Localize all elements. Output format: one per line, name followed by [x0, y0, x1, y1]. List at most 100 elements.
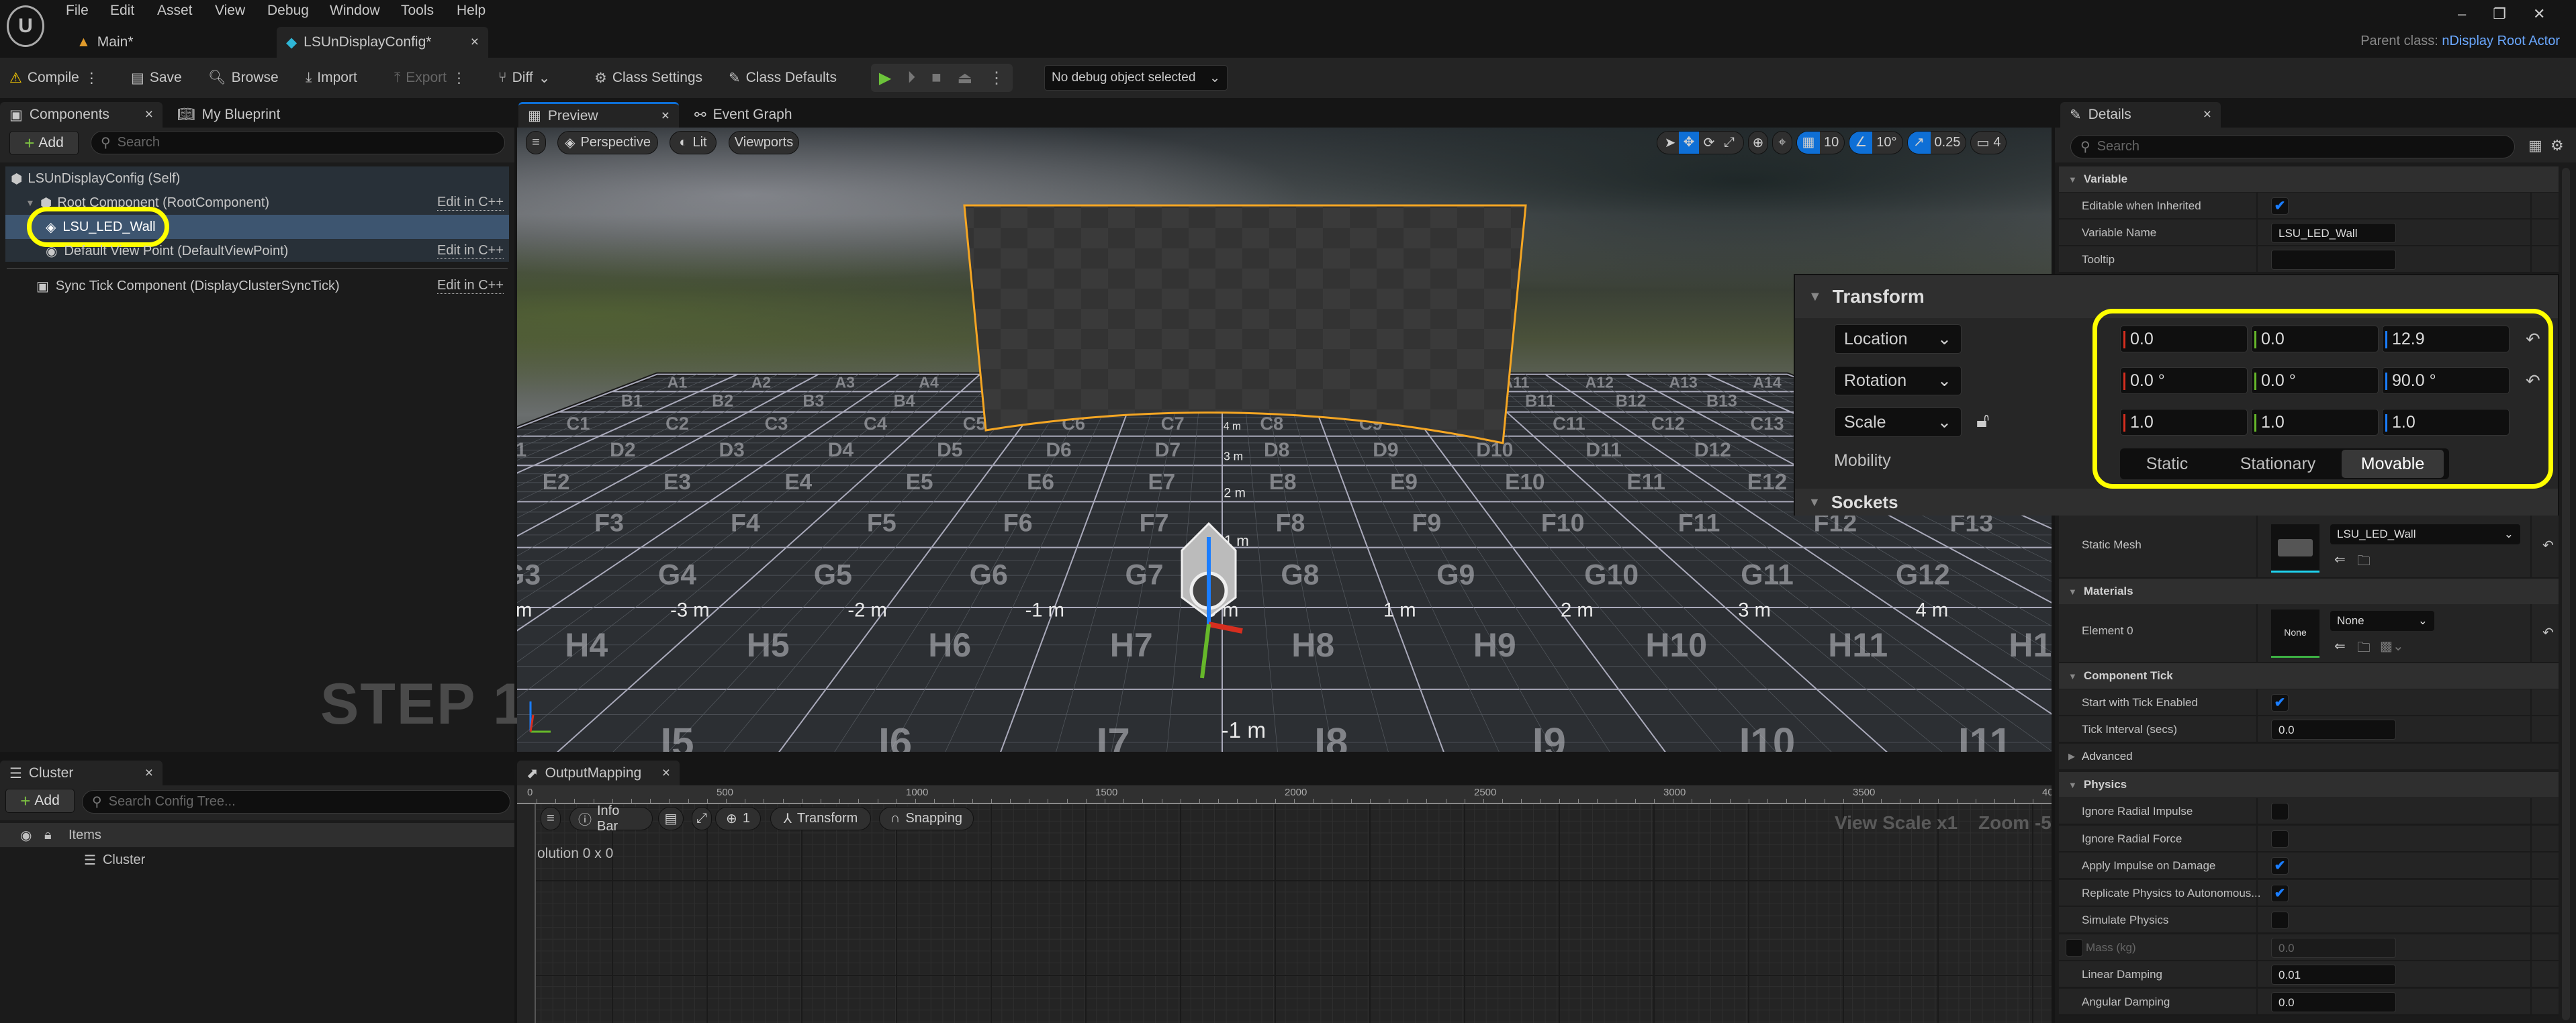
- scale-snap-button[interactable]: ↗ 0.25: [1906, 131, 1967, 154]
- details-search-input[interactable]: [2097, 139, 2488, 154]
- unreal-logo[interactable]: U: [7, 5, 44, 47]
- close-tab-icon[interactable]: ×: [661, 108, 670, 124]
- menu-edit[interactable]: Edit: [110, 3, 134, 19]
- details-scrollbar[interactable]: [2562, 168, 2570, 1020]
- section-materials[interactable]: ▼ Materials: [2059, 579, 2559, 604]
- menu-window[interactable]: Window: [330, 3, 380, 19]
- menu-asset[interactable]: Asset: [157, 3, 193, 19]
- use-selected-icon[interactable]: ⇐: [2334, 638, 2346, 654]
- transform-button[interactable]: ⅄ Transform: [770, 807, 871, 830]
- menu-view[interactable]: View: [215, 3, 245, 19]
- physics-value-input[interactable]: 0.0: [2271, 991, 2396, 1012]
- diff-button[interactable]: ⑂ Diff ⌄: [498, 64, 550, 91]
- output-mapping-canvas[interactable]: 0 500 1000 1500 2000 2500 3000 3500 4000 ≡ ⓘInfo…: [517, 785, 2052, 1023]
- override-checkbox[interactable]: [2066, 938, 2083, 957]
- save-button[interactable]: ▤ Save: [131, 64, 182, 91]
- material-thumbnail[interactable]: None: [2271, 610, 2319, 658]
- tree-item-sync-tick[interactable]: ▣ Sync Tick Component (DisplayClusterSync…: [5, 274, 509, 298]
- eject-icon[interactable]: ⏏: [957, 68, 972, 88]
- zoom-button[interactable]: ⊕ 1: [715, 807, 761, 830]
- menu-debug[interactable]: Debug: [267, 3, 309, 19]
- variable-name-input[interactable]: LSU_LED_Wall: [2271, 223, 2396, 243]
- restore-icon[interactable]: ❐: [2493, 5, 2506, 23]
- tree-item-default-view-point[interactable]: ◉ Default View Point (DefaultViewPoint) E…: [5, 239, 509, 263]
- components-search[interactable]: ⚲: [91, 131, 505, 154]
- section-physics[interactable]: ▼ Physics: [2059, 772, 2559, 797]
- class-settings-button[interactable]: ⚙ Class Settings: [594, 64, 702, 91]
- close-tab-icon[interactable]: ×: [145, 107, 153, 123]
- physics-checkbox[interactable]: [2271, 912, 2289, 929]
- camera-speed-button[interactable]: ▭ 4: [1970, 131, 2007, 154]
- menu-help[interactable]: Help: [457, 3, 486, 19]
- edit-in-cpp-link[interactable]: Edit in C++: [437, 278, 504, 294]
- doc-tab-config[interactable]: ◆ LSUnDisplayConfig* ×: [277, 27, 488, 58]
- tooltip-input[interactable]: [2271, 250, 2396, 270]
- physics-value-input[interactable]: 0.0: [2271, 937, 2396, 958]
- add-cluster-item-button[interactable]: + Add: [5, 789, 75, 813]
- viewport-options-button[interactable]: ≡: [526, 131, 546, 154]
- close-tab-icon[interactable]: ×: [471, 34, 479, 50]
- tab-details[interactable]: ✎ Details ×: [2060, 102, 2221, 128]
- rotation-snap-button[interactable]: ∠ 10°: [1849, 131, 1903, 154]
- translate-icon[interactable]: ✥: [1679, 132, 1699, 154]
- physics-checkbox[interactable]: [2271, 830, 2289, 848]
- viewports-button[interactable]: Viewports: [729, 131, 799, 154]
- parent-class-link[interactable]: nDisplay Root Actor: [2442, 34, 2560, 48]
- more-icon[interactable]: ⋮: [452, 70, 466, 87]
- more-icon[interactable]: ⋮: [85, 70, 99, 87]
- unlock-icon[interactable]: 🔓︎: [1976, 409, 1989, 432]
- section-sockets[interactable]: ▼ Sockets: [1795, 489, 2558, 516]
- tab-preview[interactable]: ▦ Preview ×: [518, 102, 679, 128]
- close-tab-icon[interactable]: ×: [2203, 107, 2211, 123]
- reset-icon[interactable]: ↶: [2542, 537, 2554, 554]
- add-component-button[interactable]: + Add: [9, 131, 79, 155]
- rotation-mode-combo[interactable]: Rotation ⌄: [1834, 366, 1962, 395]
- surface-snap-button[interactable]: ⌖: [1772, 131, 1792, 154]
- browse-button[interactable]: 🔍︎ Browse: [208, 64, 279, 91]
- tab-my-blueprint[interactable]: 📖︎ My Blueprint: [168, 102, 289, 128]
- physics-value-input[interactable]: 0.01: [2271, 965, 2396, 985]
- doc-tab-main[interactable]: ▲ Main*: [67, 30, 143, 55]
- info-bar-button[interactable]: ⓘ Info Bar: [569, 803, 653, 834]
- cluster-search-input[interactable]: [108, 794, 485, 810]
- close-window-icon[interactable]: ✕: [2533, 5, 2545, 23]
- output-options-button[interactable]: ≡: [541, 807, 561, 830]
- material-picker-icon[interactable]: ▩⌄: [2380, 638, 2404, 654]
- perspective-button[interactable]: ◈ Perspective: [557, 131, 658, 154]
- play-icon[interactable]: ▶: [879, 68, 891, 88]
- scale-mode-combo[interactable]: Scale ⌄: [1834, 407, 1962, 437]
- editable-checkbox[interactable]: ✔: [2271, 197, 2289, 215]
- compile-button[interactable]: ⚠ Compile ⋮: [9, 64, 99, 91]
- minimize-icon[interactable]: –: [2458, 5, 2466, 23]
- start-tick-checkbox[interactable]: ✔: [2271, 694, 2289, 712]
- section-component-tick[interactable]: ▼ Component Tick: [2059, 663, 2559, 689]
- tick-interval-input[interactable]: 0.0: [2271, 720, 2396, 740]
- select-icon[interactable]: ➤: [1661, 134, 1679, 151]
- browse-asset-icon[interactable]: 🗀: [2357, 638, 2371, 661]
- cluster-search[interactable]: ⚲: [82, 790, 510, 814]
- transform-gizmo[interactable]: [1142, 510, 1276, 685]
- stop-icon[interactable]: ■: [931, 68, 941, 87]
- tab-event-graph[interactable]: ⚯ Event Graph: [685, 102, 802, 128]
- lit-button[interactable]: ◐ Lit: [670, 131, 717, 154]
- components-search-input[interactable]: [117, 135, 481, 150]
- tree-item-self[interactable]: ⬢ LSUnDisplayConfig (Self): [5, 166, 509, 191]
- scale-icon[interactable]: ⤢: [1719, 135, 1739, 150]
- step-icon[interactable]: ⏵: [907, 68, 915, 87]
- import-button[interactable]: ⤓ Import: [306, 64, 357, 91]
- physics-checkbox[interactable]: ✔: [2271, 857, 2289, 875]
- tab-output-mapping[interactable]: ⬈ OutputMapping ×: [517, 761, 680, 786]
- edit-in-cpp-link[interactable]: Edit in C++: [437, 243, 504, 259]
- lock-icon[interactable]: 🔒︎: [44, 828, 52, 843]
- tab-cluster[interactable]: ☰ Cluster ×: [0, 761, 163, 786]
- edit-in-cpp-link[interactable]: Edit in C++: [437, 195, 504, 211]
- section-advanced[interactable]: ▶ Advanced: [2059, 744, 2559, 769]
- browse-asset-icon[interactable]: 🗀: [2357, 551, 2371, 574]
- menu-tools[interactable]: Tools: [401, 3, 434, 19]
- static-mesh-thumbnail[interactable]: [2271, 524, 2319, 573]
- grid-snap-button[interactable]: ▦ 10: [1796, 131, 1845, 154]
- fit-button[interactable]: ⤢: [692, 807, 712, 830]
- debug-object-select[interactable]: No debug object selected ⌄: [1044, 65, 1228, 91]
- expand-arrow-icon[interactable]: ▼: [26, 197, 35, 208]
- export-button[interactable]: ⤒ Export ⋮: [394, 64, 466, 91]
